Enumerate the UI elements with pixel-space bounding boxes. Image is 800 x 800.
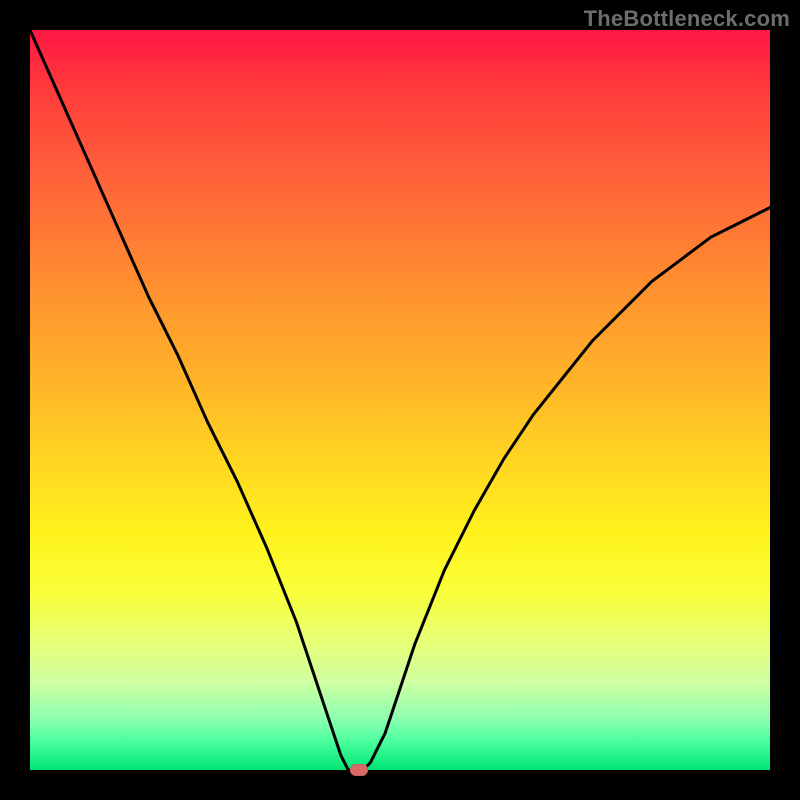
plot-area (30, 30, 770, 770)
curve-svg (30, 30, 770, 770)
watermark-text: TheBottleneck.com (584, 6, 790, 32)
bottleneck-curve (30, 30, 770, 770)
chart-container: TheBottleneck.com (0, 0, 800, 800)
min-point-marker (350, 764, 368, 776)
